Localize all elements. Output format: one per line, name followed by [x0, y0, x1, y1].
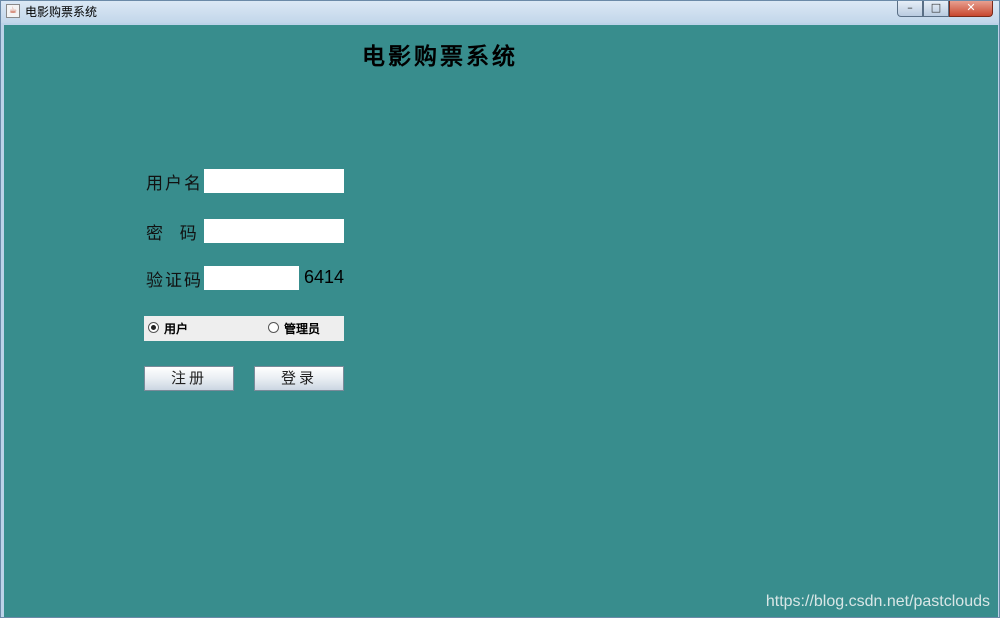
- title-bar[interactable]: ☕ 电影购票系统 – □ ✕: [1, 1, 999, 23]
- role-admin-label[interactable]: 管理员: [284, 320, 320, 337]
- captcha-label: 验证码: [146, 271, 203, 291]
- minimize-icon: –: [907, 1, 913, 14]
- role-user-label[interactable]: 用户: [164, 320, 188, 337]
- login-button[interactable]: 登录: [254, 366, 344, 391]
- captcha-code[interactable]: 6414: [304, 267, 344, 288]
- maximize-icon: □: [930, 1, 942, 14]
- minimize-button[interactable]: –: [897, 1, 923, 17]
- maximize-button[interactable]: □: [923, 1, 949, 17]
- register-button[interactable]: 注册: [144, 366, 234, 391]
- username-label: 用户名: [146, 174, 203, 194]
- role-user-radio[interactable]: [148, 322, 159, 333]
- login-panel: 电影购票系统 用户名 密 码 验证码 6414 用户 管理员 注册 登录 htt…: [4, 25, 998, 617]
- role-admin-radio[interactable]: [268, 322, 279, 333]
- app-window: ☕ 电影购票系统 – □ ✕ 电影购票系统 用户名 密 码 验证码 6414 用…: [0, 0, 1000, 618]
- password-label: 密 码: [146, 224, 199, 244]
- password-input[interactable]: [204, 219, 344, 243]
- close-button[interactable]: ✕: [949, 1, 993, 17]
- java-app-icon: ☕: [6, 4, 20, 18]
- page-title: 电影购票系统: [362, 43, 518, 70]
- window-title: 电影购票系统: [25, 5, 98, 19]
- close-icon: ✕: [966, 1, 976, 14]
- username-input[interactable]: [204, 169, 344, 193]
- watermark: https://blog.csdn.net/pastclouds: [765, 593, 990, 610]
- captcha-input[interactable]: [204, 266, 299, 290]
- role-selector: 用户 管理员: [144, 316, 344, 341]
